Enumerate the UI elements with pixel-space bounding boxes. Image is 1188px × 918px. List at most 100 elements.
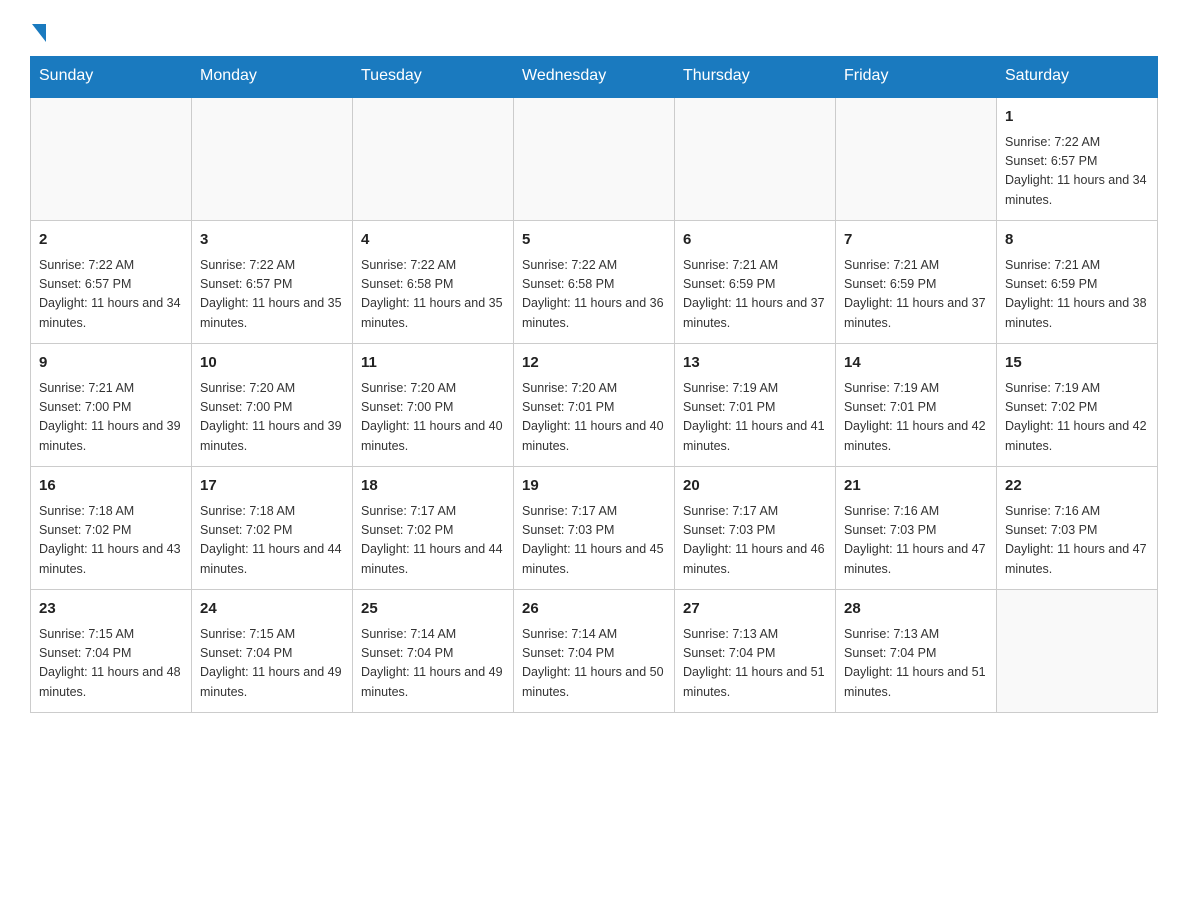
day-cell: 15Sunrise: 7:19 AMSunset: 7:02 PMDayligh… [997,344,1158,467]
day-info: Sunrise: 7:19 AMSunset: 7:01 PMDaylight:… [844,379,988,457]
header-wednesday: Wednesday [514,57,675,97]
day-number: 14 [844,352,988,375]
day-info: Sunrise: 7:17 AMSunset: 7:03 PMDaylight:… [683,502,827,580]
day-cell: 26 Sunrise: 7:14 AMSunset: 7:04 PMDayligh… [514,590,675,713]
day-info: Sunrise: 7:20 AMSunset: 7:01 PMDaylight:… [522,379,666,457]
day-cell: 14 Sunrise: 7:19 AMSunset: 7:01 PMDayligh… [836,344,997,467]
week-row-3: 9 Sunrise: 7:21 AMSunset: 7:00 PMDaylight… [31,344,1158,467]
day-number: 20 [683,475,827,498]
day-number: 5 [522,229,666,252]
day-cell [836,97,997,221]
day-info: Sunrise: 7:16 AMSunset: 7:03 PMDaylight:… [1005,502,1149,580]
day-info: Sunrise: 7:17 AMSunset: 7:02 PMDaylight:… [361,502,505,580]
logo [30,20,46,38]
day-info: Sunrise: 7:19 AMSunset: 7:01 PMDaylight:… [683,379,827,457]
day-number: 24 [200,598,344,621]
calendar-table: SundayMondayTuesdayWednesdayThursdayFrid… [30,56,1158,713]
day-number: 21 [844,475,988,498]
day-info: Sunrise: 7:14 AMSunset: 7:04 PMDaylight:… [361,625,505,703]
day-number: 16 [39,475,183,498]
day-info: Sunrise: 7:18 AMSunset: 7:02 PMDaylight:… [200,502,344,580]
day-info: Sunrise: 7:15 AMSunset: 7:04 PMDaylight:… [200,625,344,703]
week-row-4: 16 Sunrise: 7:18 AMSunset: 7:02 PMDayligh… [31,467,1158,590]
day-info: Sunrise: 7:21 AMSunset: 6:59 PMDaylight:… [1005,256,1149,334]
day-cell: 28Sunrise: 7:13 AMSunset: 7:04 PMDayligh… [836,590,997,713]
day-cell [192,97,353,221]
day-cell: 3 Sunrise: 7:22 AMSunset: 6:57 PMDaylight… [192,221,353,344]
day-cell: 16 Sunrise: 7:18 AMSunset: 7:02 PMDayligh… [31,467,192,590]
day-cell: 17 Sunrise: 7:18 AMSunset: 7:02 PMDayligh… [192,467,353,590]
day-cell: 4 Sunrise: 7:22 AMSunset: 6:58 PMDaylight… [353,221,514,344]
day-cell: 20 Sunrise: 7:17 AMSunset: 7:03 PMDayligh… [675,467,836,590]
day-info: Sunrise: 7:22 AMSunset: 6:58 PMDaylight:… [522,256,666,334]
day-cell: 7 Sunrise: 7:21 AMSunset: 6:59 PMDaylight… [836,221,997,344]
day-number: 6 [683,229,827,252]
day-info: Sunrise: 7:22 AMSunset: 6:57 PMDaylight:… [39,256,183,334]
day-cell: 22 Sunrise: 7:16 AMSunset: 7:03 PMDayligh… [997,467,1158,590]
day-number: 26 [522,598,666,621]
day-cell: 23 Sunrise: 7:15 AMSunset: 7:04 PMDayligh… [31,590,192,713]
day-cell: 6 Sunrise: 7:21 AMSunset: 6:59 PMDaylight… [675,221,836,344]
day-number: 17 [200,475,344,498]
header-saturday: Saturday [997,57,1158,97]
day-number: 23 [39,598,183,621]
header-thursday: Thursday [675,57,836,97]
day-number: 25 [361,598,505,621]
day-cell [514,97,675,221]
day-number: 11 [361,352,505,375]
day-cell: 9 Sunrise: 7:21 AMSunset: 7:00 PMDaylight… [31,344,192,467]
day-cell: 21 Sunrise: 7:16 AMSunset: 7:03 PMDayligh… [836,467,997,590]
day-cell [675,97,836,221]
day-number: 2 [39,229,183,252]
day-number: 1 [1005,106,1149,129]
week-row-5: 23 Sunrise: 7:15 AMSunset: 7:04 PMDayligh… [31,590,1158,713]
day-info: Sunrise: 7:13 AMSunset: 7:04 PMDaylight:… [683,625,827,703]
day-number: 8 [1005,229,1149,252]
day-cell: 5 Sunrise: 7:22 AMSunset: 6:58 PMDaylight… [514,221,675,344]
day-number: 27 [683,598,827,621]
day-cell: 13 Sunrise: 7:19 AMSunset: 7:01 PMDayligh… [675,344,836,467]
day-cell: 11Sunrise: 7:20 AMSunset: 7:00 PMDayligh… [353,344,514,467]
header-tuesday: Tuesday [353,57,514,97]
day-number: 15 [1005,352,1149,375]
day-number: 4 [361,229,505,252]
day-cell: 2 Sunrise: 7:22 AMSunset: 6:57 PMDaylight… [31,221,192,344]
day-cell [997,590,1158,713]
header-sunday: Sunday [31,57,192,97]
day-cell: 8 Sunrise: 7:21 AMSunset: 6:59 PMDaylight… [997,221,1158,344]
day-info: Sunrise: 7:21 AMSunset: 6:59 PMDaylight:… [683,256,827,334]
day-number: 7 [844,229,988,252]
day-info: Sunrise: 7:21 AMSunset: 6:59 PMDaylight:… [844,256,988,334]
day-info: Sunrise: 7:17 AMSunset: 7:03 PMDaylight:… [522,502,666,580]
day-number: 3 [200,229,344,252]
day-info: Sunrise: 7:22 AMSunset: 6:58 PMDaylight:… [361,256,505,334]
day-cell: 12 Sunrise: 7:20 AMSunset: 7:01 PMDayligh… [514,344,675,467]
day-number: 12 [522,352,666,375]
day-cell: 18Sunrise: 7:17 AMSunset: 7:02 PMDayligh… [353,467,514,590]
day-number: 22 [1005,475,1149,498]
week-row-2: 2 Sunrise: 7:22 AMSunset: 6:57 PMDaylight… [31,221,1158,344]
day-cell: 10Sunrise: 7:20 AMSunset: 7:00 PMDayligh… [192,344,353,467]
header-monday: Monday [192,57,353,97]
day-cell: 25 Sunrise: 7:14 AMSunset: 7:04 PMDayligh… [353,590,514,713]
day-info: Sunrise: 7:15 AMSunset: 7:04 PMDaylight:… [39,625,183,703]
day-info: Sunrise: 7:16 AMSunset: 7:03 PMDaylight:… [844,502,988,580]
week-row-1: 1 Sunrise: 7:22 AMSunset: 6:57 PMDaylight… [31,97,1158,221]
day-number: 13 [683,352,827,375]
day-info: Sunrise: 7:22 AMSunset: 6:57 PMDaylight:… [200,256,344,334]
page-header [30,20,1158,38]
day-number: 9 [39,352,183,375]
day-cell: 1 Sunrise: 7:22 AMSunset: 6:57 PMDaylight… [997,97,1158,221]
day-info: Sunrise: 7:13 AMSunset: 7:04 PMDaylight:… [844,625,988,703]
day-info: Sunrise: 7:20 AMSunset: 7:00 PMDaylight:… [200,379,344,457]
day-info: Sunrise: 7:18 AMSunset: 7:02 PMDaylight:… [39,502,183,580]
day-info: Sunrise: 7:21 AMSunset: 7:00 PMDaylight:… [39,379,183,457]
day-info: Sunrise: 7:14 AMSunset: 7:04 PMDaylight:… [522,625,666,703]
header-friday: Friday [836,57,997,97]
calendar-header-row: SundayMondayTuesdayWednesdayThursdayFrid… [31,57,1158,97]
day-cell: 19 Sunrise: 7:17 AMSunset: 7:03 PMDayligh… [514,467,675,590]
day-number: 19 [522,475,666,498]
day-cell: 24 Sunrise: 7:15 AMSunset: 7:04 PMDayligh… [192,590,353,713]
day-info: Sunrise: 7:22 AMSunset: 6:57 PMDaylight:… [1005,133,1149,211]
day-cell [31,97,192,221]
